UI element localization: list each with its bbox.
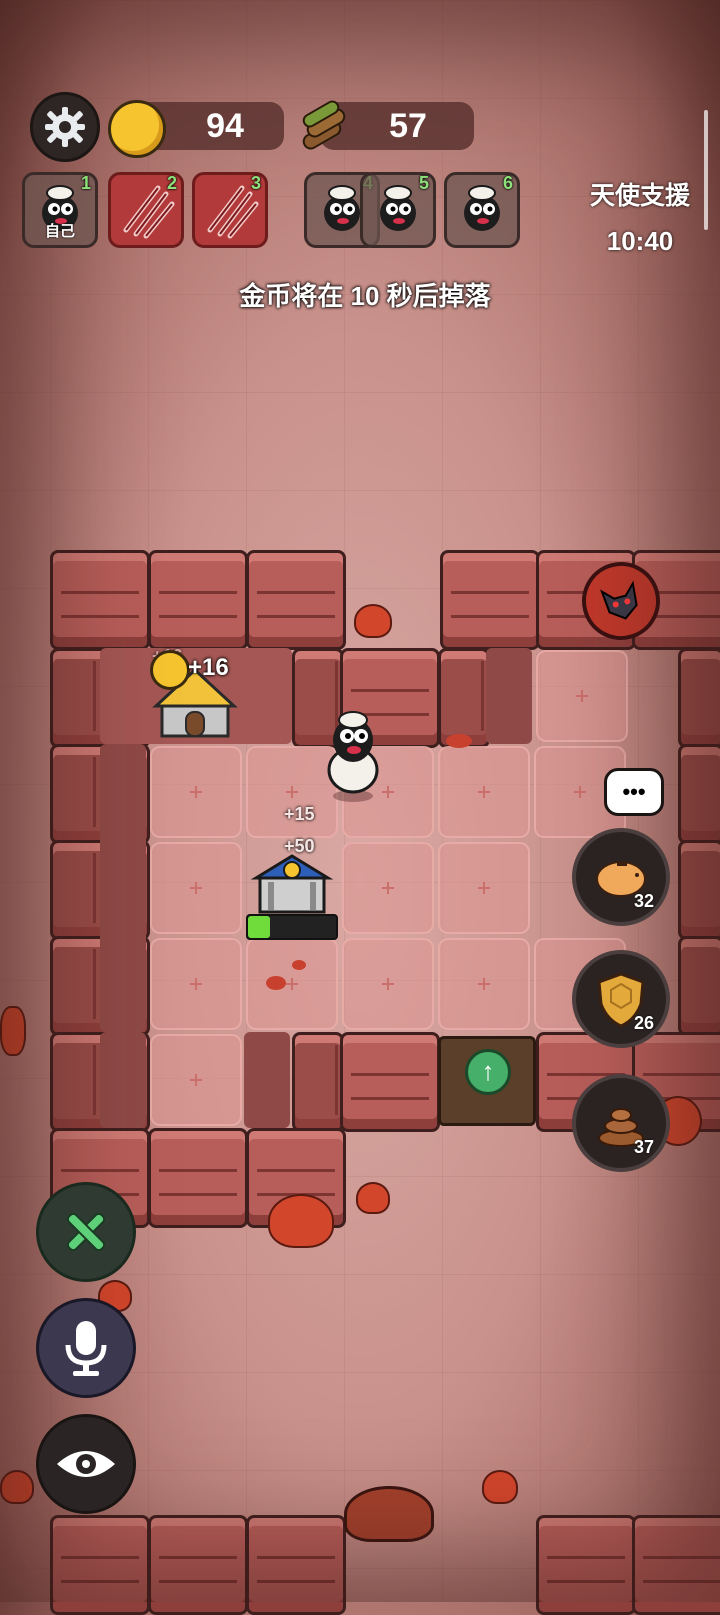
floor-shadow bbox=[100, 744, 146, 1032]
floor-shadow bbox=[244, 1032, 290, 1128]
wall-tile bbox=[292, 1032, 344, 1132]
wall-tile bbox=[148, 1128, 248, 1228]
wall-tile bbox=[632, 1515, 720, 1615]
build-slot[interactable] bbox=[342, 842, 434, 934]
house-gain: +16 bbox=[188, 654, 229, 681]
player-slot-5[interactable]: 5 bbox=[360, 172, 436, 248]
angel-support-title: 天使支援 bbox=[589, 182, 690, 210]
coin-count: 94 bbox=[206, 106, 244, 145]
player-slot-3[interactable]: 3 bbox=[192, 172, 268, 248]
coin-icon bbox=[150, 650, 190, 690]
shield-count: 26 bbox=[633, 1013, 654, 1033]
build-slot[interactable] bbox=[150, 842, 242, 934]
wall-tile bbox=[246, 550, 346, 650]
bank-icon bbox=[250, 854, 334, 914]
bank-wood-gain: +15 bbox=[284, 804, 315, 824]
player-slot-number: 5 bbox=[418, 173, 429, 193]
floor-shadow bbox=[486, 648, 532, 744]
wall-tile bbox=[148, 550, 248, 650]
player-slot-number: 6 bbox=[502, 173, 513, 193]
voice-chat-button[interactable] bbox=[36, 1298, 136, 1398]
player-slot-6[interactable]: 6 bbox=[444, 172, 520, 248]
wall-tile bbox=[148, 1515, 248, 1615]
angel-support-panel[interactable]: 天使支援 10:40 bbox=[590, 176, 690, 257]
build-slot[interactable] bbox=[438, 746, 530, 838]
wall-tile bbox=[440, 550, 540, 650]
player-slot-label: 自己 bbox=[44, 223, 75, 240]
settings-button[interactable] bbox=[30, 92, 100, 162]
wall-tile bbox=[340, 1032, 440, 1132]
view-toggle-button[interactable] bbox=[36, 1414, 136, 1514]
wood-count: 57 bbox=[389, 106, 427, 145]
piggy-count: 32 bbox=[633, 891, 654, 911]
build-slot[interactable] bbox=[150, 1034, 242, 1126]
shield-button[interactable]: 26 bbox=[572, 950, 670, 1048]
build-slot[interactable] bbox=[342, 938, 434, 1030]
bank-progress-bar bbox=[246, 914, 338, 940]
red-bush bbox=[0, 1470, 34, 1504]
wall-tile bbox=[678, 744, 720, 844]
microphone-icon bbox=[65, 1321, 107, 1376]
wall-tile bbox=[438, 648, 490, 748]
red-bush bbox=[482, 1470, 518, 1504]
wooden-gate[interactable]: ↑ bbox=[438, 1036, 536, 1126]
build-slot[interactable] bbox=[150, 938, 242, 1030]
build-slot[interactable] bbox=[438, 842, 530, 934]
debris bbox=[266, 976, 286, 990]
eye-icon bbox=[57, 1451, 115, 1477]
piggy-bank-button[interactable]: 32 bbox=[572, 828, 670, 926]
upgrade-arrow-icon[interactable]: ↑ bbox=[465, 1049, 511, 1095]
wrench-hammer-icon bbox=[66, 1212, 106, 1252]
coin-icon bbox=[108, 100, 166, 158]
gear-icon bbox=[45, 107, 85, 147]
build-slot[interactable] bbox=[536, 650, 628, 742]
build-tools-button[interactable] bbox=[36, 1182, 136, 1282]
build-slot[interactable] bbox=[150, 746, 242, 838]
wall-tile bbox=[50, 550, 150, 650]
bank-progress-fill bbox=[248, 916, 270, 938]
wall-tile bbox=[536, 1515, 636, 1615]
red-bush bbox=[354, 604, 392, 638]
build-slot[interactable] bbox=[246, 938, 338, 1030]
debris bbox=[446, 734, 472, 748]
player-slot-1[interactable]: 1 自己 bbox=[22, 172, 98, 248]
build-slot[interactable] bbox=[438, 938, 530, 1030]
wood-logs-icon bbox=[298, 100, 350, 157]
debris bbox=[292, 960, 306, 970]
wolf-icon bbox=[600, 580, 638, 620]
angel-support-timer: 10:40 bbox=[606, 226, 674, 256]
chat-button[interactable]: ••• bbox=[604, 768, 664, 816]
volcano-mound bbox=[344, 1486, 434, 1542]
poop-button[interactable]: 37 bbox=[572, 1074, 670, 1172]
red-bush bbox=[268, 1194, 334, 1248]
wall-tile bbox=[678, 648, 720, 748]
player-sheep[interactable] bbox=[318, 708, 388, 804]
chat-bubble-icon: ••• bbox=[622, 779, 646, 804]
player-slot-number: 2 bbox=[166, 173, 177, 193]
floor-shadow bbox=[100, 1032, 146, 1128]
red-bush bbox=[356, 1182, 390, 1214]
player-slot-2[interactable]: 2 bbox=[108, 172, 184, 248]
player-slot-number: 1 bbox=[80, 173, 91, 193]
poop-count: 37 bbox=[633, 1137, 654, 1157]
coin-drop-notice: 金币将在 10 秒后掉落 bbox=[239, 281, 491, 311]
sheep-icon bbox=[327, 711, 379, 802]
scroll-indicator bbox=[704, 110, 708, 230]
wall-tile bbox=[678, 840, 720, 940]
wall-tile bbox=[246, 1515, 346, 1615]
wall-tile bbox=[50, 1515, 150, 1615]
wall-tile bbox=[678, 936, 720, 1036]
bank-building[interactable] bbox=[250, 852, 334, 916]
red-bush bbox=[0, 1006, 26, 1056]
player-slot-number: 3 bbox=[250, 173, 261, 193]
